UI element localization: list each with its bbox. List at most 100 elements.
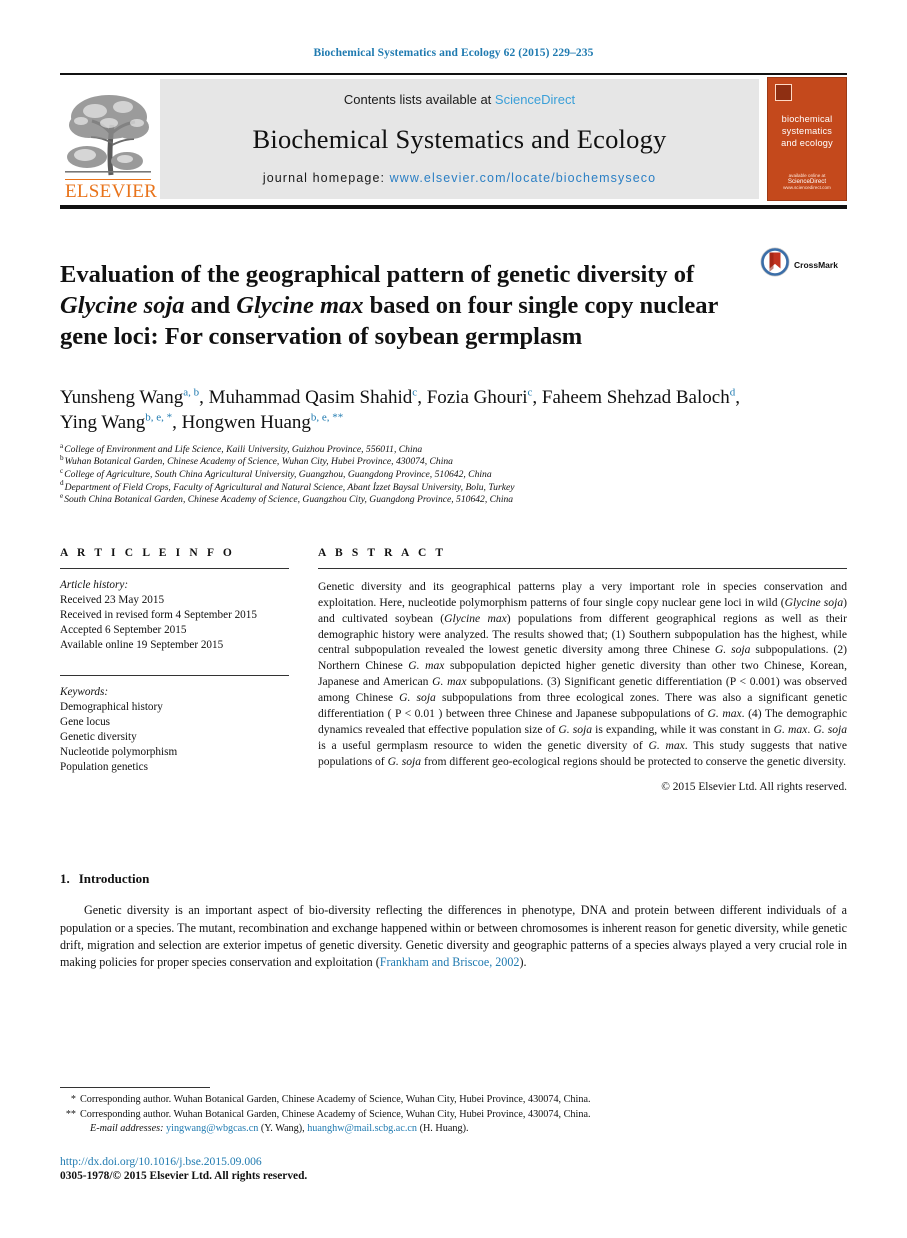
elsevier-wordmark: ELSEVIER (65, 179, 158, 202)
article-first-page: Biochemical Systematics and Ecology 62 (… (0, 0, 907, 1238)
abstract-species: G. soja (813, 722, 848, 736)
keyword-item: Genetic diversity (60, 730, 137, 743)
crossmark-icon (760, 247, 790, 282)
cover-title-text: biochemical systematics and ecology (781, 113, 833, 149)
corresponding-author-note: ** Corresponding author. Wuhan Botanical … (60, 1108, 847, 1123)
title-species-2: Glycine max (236, 292, 364, 320)
crossmark-label: CrossMark (794, 259, 838, 270)
elsevier-tree-icon (65, 83, 151, 179)
issn-copyright-line: 0305-1978/© 2015 Elsevier Ltd. All right… (60, 1170, 308, 1182)
corresponding-author-mark: ** (65, 1108, 76, 1120)
author-affiliation-marks[interactable]: b, e, ** (311, 411, 343, 423)
article-history-item: Accepted 6 September 2015 (60, 623, 187, 636)
journal-masthead: ELSEVIER Contents lists available at Sci… (60, 73, 847, 203)
author-item: Ying Wangb, e, *, (60, 412, 177, 433)
title-conjunction: and (184, 292, 237, 320)
running-head: Biochemical Systematics and Ecology 62 (… (313, 47, 594, 59)
author-separator: , (199, 386, 204, 408)
author-affiliation-marks[interactable]: a, b (183, 386, 199, 398)
keyword-item: Population genetics (60, 760, 148, 773)
abstract-species: G. soja (399, 691, 436, 705)
author-name: Muhammad Qasim Shahid (208, 386, 413, 408)
affiliation-list: aCollege of Environment and Life Science… (60, 442, 847, 507)
introduction-heading: 1. Introduction (60, 871, 847, 887)
affiliation-item: bWuhan Botanical Garden, Chinese Academy… (60, 455, 847, 469)
keywords-block: Keywords: Demographical history Gene loc… (60, 685, 289, 775)
title-line-1: Evaluation of the geographical pattern o… (60, 261, 695, 289)
author-separator: , (417, 386, 422, 408)
author-affiliation-marks[interactable]: b, e, * (145, 411, 172, 423)
abstract-seg: is expanding, while it was constant in (592, 722, 774, 736)
affiliation-text: College of Environment and Life Science,… (64, 443, 423, 455)
email-link-2[interactable]: huanghw@mail.scbg.ac.cn (307, 1123, 417, 1134)
keyword-item: Demographical history (60, 700, 163, 713)
crossmark-badge[interactable]: CrossMark (760, 247, 838, 282)
email-owner-2: (H. Huang). (417, 1123, 469, 1135)
email-owner-1: (Y. Wang), (258, 1123, 308, 1135)
corresponding-author-mark: * (70, 1094, 76, 1106)
introduction-text-end: ). (519, 955, 527, 970)
author-name: Yunsheng Wang (60, 386, 184, 408)
abstract-seg: Genetic diversity and its geographical p… (318, 579, 847, 609)
keyword-item: Nucleotide polymorphism (60, 745, 178, 758)
article-history-item: Available online 19 September 2015 (60, 638, 224, 651)
corresponding-author-note: * Corresponding author. Wuhan Botanical G… (60, 1093, 847, 1108)
elsevier-logo: ELSEVIER (60, 75, 158, 203)
abstract-copyright: © 2015 Elsevier Ltd. All rights reserved… (661, 781, 847, 794)
affiliation-item: aCollege of Environment and Life Science… (60, 442, 847, 457)
abstract-heading: A B S T R A C T (318, 546, 447, 559)
email-link-1[interactable]: yingwang@wbgcas.cn (166, 1123, 258, 1134)
affiliation-item: eSouth China Botanical Garden, Chinese A… (60, 492, 847, 507)
journal-homepage-line: journal homepage: www.elsevier.com/locat… (263, 171, 656, 185)
abstract-species: G. soja (714, 643, 751, 657)
citation-link[interactable]: Frankham and Briscoe, 2002 (380, 955, 520, 969)
journal-title: Biochemical Systematics and Ecology (252, 123, 667, 154)
footnote-rule (60, 1087, 210, 1089)
affiliation-item: dDepartment of Field Crops, Faculty of A… (60, 480, 847, 495)
author-item: Muhammad Qasim Shahidc, (209, 387, 422, 408)
abstract-species: G. max (648, 738, 685, 752)
author-item: Yunsheng Wanga, b, (60, 387, 204, 408)
masthead-center-panel: Contents lists available at ScienceDirec… (160, 79, 759, 199)
author-name: Fozia Ghouri (426, 386, 528, 408)
keywords-label: Keywords: (60, 685, 109, 698)
author-list: Yunsheng Wanga, b, Muhammad Qasim Shahid… (60, 385, 780, 435)
footnote-block: * Corresponding author. Wuhan Botanical G… (60, 1087, 847, 1184)
author-name: Hongwen Huang (181, 411, 311, 433)
keyword-item: Gene locus (60, 715, 111, 728)
corresponding-author-text: Corresponding author. Wuhan Botanical Ga… (80, 1094, 591, 1106)
article-info-column: A R T I C L E I N F O Article history: R… (60, 547, 289, 793)
introduction-paragraph: Genetic diversity is an important aspect… (60, 902, 847, 972)
contents-available-line: Contents lists available at ScienceDirec… (344, 92, 575, 107)
author-item: Faheem Shehzad Balochd, (542, 387, 740, 408)
author-separator: , (735, 386, 740, 408)
sciencedirect-link[interactable]: ScienceDirect (495, 92, 575, 107)
corresponding-author-text: Corresponding author. Wuhan Botanical Ga… (80, 1108, 591, 1120)
article-history-label: Article history: (60, 578, 129, 591)
article-history-item: Received in revised form 4 September 201… (60, 608, 257, 621)
email-addresses-label: E-mail addresses: (90, 1123, 164, 1135)
contents-prefix-text: Contents lists available at (343, 92, 495, 107)
title-species-1: Glycine soja (60, 292, 185, 320)
cover-title-line-3: and ecology (781, 138, 833, 148)
abstract-species: Glycine max (444, 611, 507, 625)
author-separator: , (172, 411, 177, 433)
author-name: Faheem Shehzad Baloch (541, 386, 730, 408)
title-line-3: gene loci: For conservation of soybean g… (60, 323, 583, 351)
author-item: Fozia Ghouric, (427, 387, 537, 408)
abstract-column: A B S T R A C T Genetic diversity and it… (318, 547, 847, 793)
abstract-species: G. max (432, 675, 467, 689)
article-info-heading: A R T I C L E I N F O (60, 546, 235, 559)
masthead-bottom-rule (60, 205, 847, 209)
title-block: Evaluation of the geographical pattern o… (60, 243, 847, 369)
doi-link[interactable]: http://dx.doi.org/10.1016/j.bse.2015.09.… (60, 1154, 847, 1169)
cover-title-line-2: systematics (781, 126, 833, 136)
cover-title-line-1: biochemical (781, 114, 833, 124)
affiliation-text: Wuhan Botanical Garden, Chinese Academy … (64, 456, 453, 468)
cover-footer-url: www.sciencedirect.com (783, 185, 831, 190)
journal-homepage-link[interactable]: www.elsevier.com/locate/biochemsyseco (390, 171, 657, 185)
author-item: Hongwen Huangb, e, ** (182, 412, 344, 433)
affiliation-text: College of Agriculture, South China Agri… (64, 469, 492, 480)
affiliation-item: cCollege of Agriculture, South China Agr… (60, 467, 847, 482)
affiliation-text: South China Botanical Garden, Chinese Ac… (64, 494, 514, 506)
